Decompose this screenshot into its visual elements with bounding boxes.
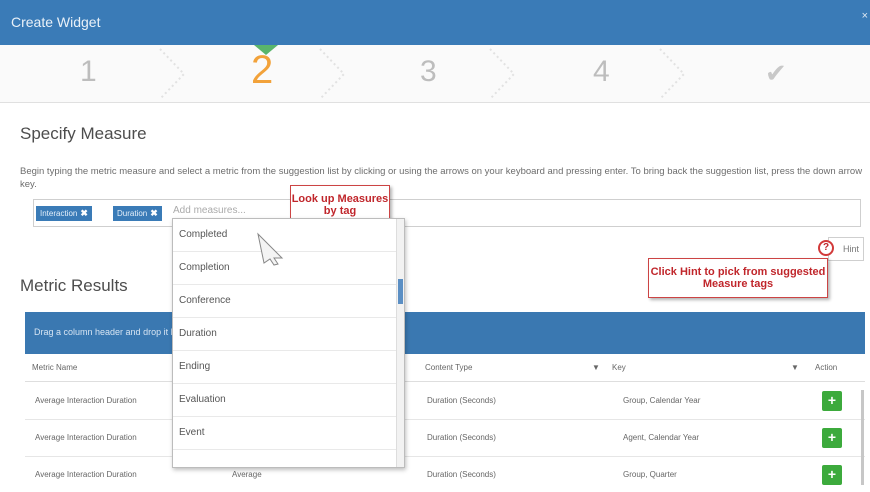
measure-tag[interactable]: Interaction ✖ (36, 206, 92, 221)
wizard-finish-check-icon[interactable]: ✔ (765, 58, 787, 89)
cell-key: Group, Calendar Year (623, 396, 701, 405)
cell-key: Group, Quarter (623, 470, 677, 479)
tag-label: Duration (117, 209, 148, 218)
column-key[interactable]: Key (612, 363, 626, 372)
suggestion-item[interactable]: Ending (173, 351, 404, 384)
remove-tag-icon[interactable]: ✖ (80, 208, 88, 218)
suggestion-item[interactable]: Completed (173, 219, 404, 252)
dropdown-scrollbar[interactable] (396, 219, 404, 467)
suggestion-item[interactable]: Duration (173, 318, 404, 351)
hint-callout: Click Hint to pick from suggested Measur… (648, 258, 828, 298)
wizard-step-3[interactable]: 3 (420, 55, 437, 89)
step-divider-icon (659, 48, 686, 100)
column-action: Action (815, 363, 838, 372)
suggestion-item[interactable]: Conference (173, 285, 404, 318)
step-divider-icon (159, 48, 186, 100)
measure-search-input[interactable]: Add measures... (173, 205, 246, 216)
table-row: Average Interaction Duration Average Dur… (25, 457, 865, 492)
pointer-cursor-icon (257, 232, 284, 266)
scrollbar-thumb[interactable] (861, 390, 864, 485)
group-drop-area[interactable]: Drag a column header and drop it here to… (25, 312, 865, 354)
results-title: Metric Results (20, 276, 128, 295)
dialog-titlebar: Create Widget × (0, 0, 870, 45)
wizard-step-2[interactable]: 2 (251, 48, 273, 93)
hint-help-icon[interactable]: ? (818, 240, 834, 256)
wizard-step-1[interactable]: 1 (80, 55, 97, 89)
suggestion-item[interactable]: Completion (173, 252, 404, 285)
step-divider-icon (489, 48, 516, 100)
filter-icon[interactable]: ▼ (791, 363, 799, 372)
cell-aggregation: Average (232, 470, 262, 479)
suggestion-item[interactable]: Event (173, 417, 404, 450)
wizard-step-4[interactable]: 4 (593, 55, 610, 89)
remove-tag-icon[interactable]: ✖ (150, 208, 158, 218)
cell-metric: Average Interaction Duration (35, 396, 137, 405)
table-row: Average Interaction Duration Duration (S… (25, 420, 865, 457)
add-metric-button[interactable]: + (822, 428, 842, 448)
grid-scrollbar[interactable] (858, 390, 866, 490)
add-metric-button[interactable]: + (822, 465, 842, 485)
suggestion-dropdown[interactable]: Completed Completion Conference Duration… (172, 218, 405, 468)
add-metric-button[interactable]: + (822, 391, 842, 411)
step-divider-icon (319, 48, 346, 100)
grid-column-headers: Metric Name Content Type ▼ Key ▼ Action (25, 354, 865, 382)
measure-tag[interactable]: Duration ✖ (113, 206, 162, 221)
column-content-type[interactable]: Content Type (425, 363, 472, 372)
filter-icon[interactable]: ▼ (592, 363, 600, 372)
cell-content-type: Duration (Seconds) (427, 396, 496, 405)
cell-key: Agent, Calendar Year (623, 433, 700, 442)
section-title: Specify Measure (20, 124, 147, 143)
column-metric-name[interactable]: Metric Name (32, 363, 77, 372)
help-text: Begin typing the metric measure and sele… (20, 166, 863, 190)
cell-metric: Average Interaction Duration (35, 470, 137, 479)
scrollbar-thumb[interactable] (398, 279, 403, 304)
dialog-title: Create Widget (11, 14, 101, 30)
suggestion-item[interactable]: Evaluation (173, 384, 404, 417)
cell-metric: Average Interaction Duration (35, 433, 137, 442)
close-icon[interactable]: × (862, 10, 868, 22)
table-row: Average Interaction Duration Duration (S… (25, 383, 865, 420)
cell-content-type: Duration (Seconds) (427, 433, 496, 442)
tag-label: Interaction (40, 209, 78, 218)
cell-content-type: Duration (Seconds) (427, 470, 496, 479)
